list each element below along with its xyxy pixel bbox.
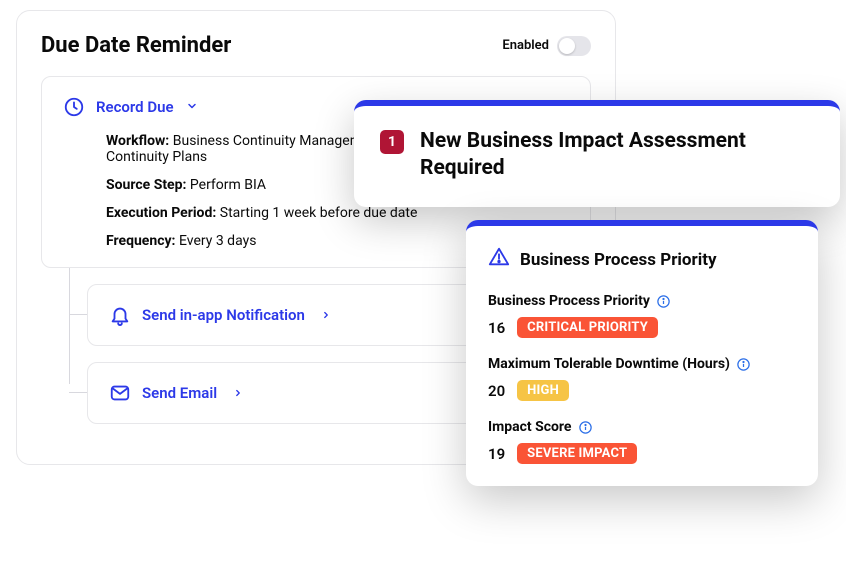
- enabled-toggle-group: Enabled: [502, 36, 591, 56]
- notification-card[interactable]: 1 New Business Impact Assessment Require…: [354, 100, 840, 207]
- info-icon[interactable]: [656, 293, 672, 309]
- frequency-key: Frequency:: [106, 233, 176, 249]
- priority-header-title: Business Process Priority: [520, 250, 717, 270]
- bell-icon: [108, 303, 132, 327]
- execution-period-value: Starting 1 week before due date: [220, 205, 418, 221]
- info-icon[interactable]: [736, 356, 752, 372]
- mail-icon: [108, 381, 132, 405]
- execution-period-row: Execution Period: Starting 1 week before…: [106, 205, 570, 221]
- execution-period-key: Execution Period:: [106, 205, 216, 221]
- priority-pill: SEVERE IMPACT: [517, 443, 637, 464]
- info-icon[interactable]: [577, 419, 593, 435]
- priority-pill: CRITICAL PRIORITY: [517, 317, 658, 338]
- workflow-key: Workflow:: [106, 133, 169, 149]
- metric-label-row: Maximum Tolerable Downtime (Hours): [488, 356, 796, 372]
- metric-impact: Impact Score 19 SEVERE IMPACT: [488, 419, 796, 464]
- source-step-value: Perform BIA: [190, 177, 266, 193]
- source-step-key: Source Step:: [106, 177, 186, 193]
- notification-title: New Business Impact Assessment Required: [420, 128, 814, 183]
- clock-icon: [62, 95, 86, 119]
- priority-card-header: Business Process Priority: [488, 246, 796, 273]
- metric-value-row: 20 HIGH: [488, 380, 796, 401]
- chevron-right-icon: [321, 306, 331, 324]
- record-due-title: Record Due: [96, 98, 174, 116]
- send-email-label: Send Email: [142, 384, 217, 402]
- metric-value-row: 19 SEVERE IMPACT: [488, 443, 796, 464]
- enabled-label: Enabled: [502, 38, 549, 53]
- warning-icon: [488, 246, 510, 273]
- metric-label-row: Impact Score: [488, 419, 796, 435]
- metric-label: Maximum Tolerable Downtime (Hours): [488, 356, 730, 372]
- metric-value: 16: [488, 319, 505, 337]
- notification-badge: 1: [380, 130, 404, 154]
- business-process-priority-card: Business Process Priority Business Proce…: [466, 220, 818, 486]
- metric-label: Impact Score: [488, 419, 571, 435]
- card-title: Due Date Reminder: [41, 33, 231, 58]
- metric-label-row: Business Process Priority: [488, 293, 796, 309]
- priority-pill: HIGH: [517, 380, 569, 401]
- metric-label: Business Process Priority: [488, 293, 650, 309]
- metric-value-row: 16 CRITICAL PRIORITY: [488, 317, 796, 338]
- enabled-toggle[interactable]: [557, 36, 591, 56]
- card-header: Due Date Reminder Enabled: [41, 33, 591, 58]
- metric-downtime: Maximum Tolerable Downtime (Hours) 20 HI…: [488, 356, 796, 401]
- in-app-notification-label: Send in-app Notification: [142, 306, 305, 324]
- metric-value: 20: [488, 382, 505, 400]
- metric-value: 19: [488, 445, 505, 463]
- chevron-down-icon: [186, 98, 198, 116]
- frequency-value: Every 3 days: [179, 233, 256, 249]
- metric-priority: Business Process Priority 16 CRITICAL PR…: [488, 293, 796, 338]
- chevron-right-icon: [233, 384, 243, 402]
